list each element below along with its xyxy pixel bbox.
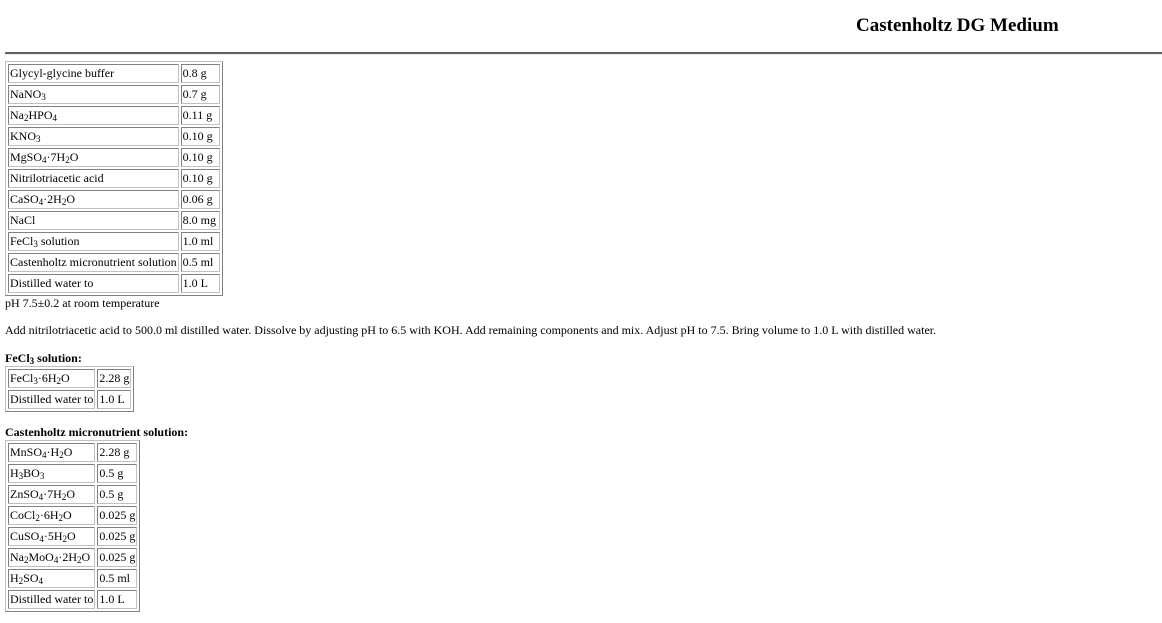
component-name: Na2MoO4·2H2O bbox=[8, 548, 96, 567]
preparation-instructions: Add nitrilotriacetic acid to 500.0 ml di… bbox=[5, 323, 937, 337]
component-name: H3BO3 bbox=[8, 464, 96, 483]
table-row: Castenholtz micronutrient solution 0.5 ml bbox=[8, 253, 220, 272]
micronutrient-solution-heading: Castenholtz micronutrient solution: bbox=[5, 425, 189, 439]
component-amount: 0.5 ml bbox=[180, 253, 220, 272]
table-row: Distilled water to 1.0 L bbox=[8, 274, 220, 293]
component-name: Distilled water to bbox=[8, 390, 96, 409]
component-amount: 0.8 g bbox=[180, 64, 220, 83]
table-row: Glycyl-glycine buffer 0.8 g bbox=[8, 64, 220, 83]
component-name: NaCl bbox=[8, 211, 179, 230]
component-name: NaNO3 bbox=[8, 85, 179, 104]
main-components-table: Glycyl-glycine buffer 0.8 g NaNO3 0.7 g Na2H… bbox=[5, 61, 223, 296]
component-amount: 0.06 g bbox=[180, 190, 220, 209]
main-components-body: Glycyl-glycine buffer 0.8 g NaNO3 0.7 g Na2H… bbox=[8, 64, 220, 293]
component-name: CoCl2·6H2O bbox=[8, 506, 96, 525]
table-row: MgSO4·7H2O 0.10 g bbox=[8, 148, 220, 167]
page-content: Glycyl-glycine buffer 0.8 g NaNO3 0.7 g Na2H… bbox=[5, 61, 1155, 612]
table-row: ZnSO4·7H2O 0.5 g bbox=[8, 485, 138, 504]
component-name: Castenholtz micronutrient solution bbox=[8, 253, 179, 272]
component-amount: 8.0 mg bbox=[180, 211, 220, 230]
table-row: KNO3 0.10 g bbox=[8, 127, 220, 146]
component-amount: 0.5 g bbox=[97, 485, 138, 504]
table-row: H3BO3 0.5 g bbox=[8, 464, 138, 483]
component-name: Glycyl-glycine buffer bbox=[8, 64, 179, 83]
fecl3-solution-table: FeCl3·6H2O 2.28 g Distilled water to 1.0 L bbox=[5, 366, 135, 412]
table-row: Distilled water to 1.0 L bbox=[8, 590, 138, 609]
table-row: Na2HPO4 0.11 g bbox=[8, 106, 220, 125]
component-name: FeCl3·6H2O bbox=[8, 369, 96, 388]
fecl3-solution-body: FeCl3·6H2O 2.28 g Distilled water to 1.0 L bbox=[8, 369, 132, 409]
component-amount: 2.28 g bbox=[97, 369, 132, 388]
table-row: CoCl2·6H2O 0.025 g bbox=[8, 506, 138, 525]
component-name: MnSO4·H2O bbox=[8, 443, 96, 462]
component-amount: 0.5 ml bbox=[97, 569, 138, 588]
component-amount: 0.025 g bbox=[97, 506, 138, 525]
component-amount: 1.0 L bbox=[97, 590, 138, 609]
component-amount: 1.0 ml bbox=[180, 232, 220, 251]
table-row: CuSO4·5H2O 0.025 g bbox=[8, 527, 138, 546]
page-header: Castenholtz DG Medium bbox=[0, 0, 1162, 52]
fecl3-solution-heading: FeCl3 solution: bbox=[5, 351, 82, 366]
component-amount: 0.5 g bbox=[97, 464, 138, 483]
page-title: Castenholtz DG Medium bbox=[856, 15, 1059, 36]
component-amount: 0.10 g bbox=[180, 127, 220, 146]
component-name: Distilled water to bbox=[8, 274, 179, 293]
component-amount: 0.7 g bbox=[180, 85, 220, 104]
micronutrient-solution-table: MnSO4·H2O 2.28 g H3BO3 0.5 g ZnSO4·7H2O 0.5 g… bbox=[5, 440, 141, 612]
component-name: Distilled water to bbox=[8, 590, 96, 609]
component-amount: 1.0 L bbox=[97, 390, 132, 409]
micronutrient-solution-body: MnSO4·H2O 2.28 g H3BO3 0.5 g ZnSO4·7H2O 0.5 g… bbox=[8, 443, 138, 609]
table-row: NaNO3 0.7 g bbox=[8, 85, 220, 104]
table-row: Distilled water to 1.0 L bbox=[8, 390, 132, 409]
component-name: Nitrilotriacetic acid bbox=[8, 169, 179, 188]
component-amount: 0.025 g bbox=[97, 548, 138, 567]
component-name: CaSO4·2H2O bbox=[8, 190, 179, 209]
component-name: CuSO4·5H2O bbox=[8, 527, 96, 546]
component-amount: 0.10 g bbox=[180, 169, 220, 188]
component-name: H2SO4 bbox=[8, 569, 96, 588]
table-row: NaCl 8.0 mg bbox=[8, 211, 220, 230]
component-amount: 0.025 g bbox=[97, 527, 138, 546]
table-row: MnSO4·H2O 2.28 g bbox=[8, 443, 138, 462]
table-row: CaSO4·2H2O 0.06 g bbox=[8, 190, 220, 209]
component-name: KNO3 bbox=[8, 127, 179, 146]
table-row: Nitrilotriacetic acid 0.10 g bbox=[8, 169, 220, 188]
component-name: ZnSO4·7H2O bbox=[8, 485, 96, 504]
component-name: MgSO4·7H2O bbox=[8, 148, 179, 167]
header-divider bbox=[5, 52, 1162, 55]
table-row: Na2MoO4·2H2O 0.025 g bbox=[8, 548, 138, 567]
component-amount: 0.11 g bbox=[180, 106, 220, 125]
component-amount: 1.0 L bbox=[180, 274, 220, 293]
table-row: FeCl3·6H2O 2.28 g bbox=[8, 369, 132, 388]
ph-note: pH 7.5±0.2 at room temperature bbox=[5, 296, 160, 310]
component-name: Na2HPO4 bbox=[8, 106, 179, 125]
component-amount: 0.10 g bbox=[180, 148, 220, 167]
table-row: FeCl3 solution 1.0 ml bbox=[8, 232, 220, 251]
table-row: H2SO4 0.5 ml bbox=[8, 569, 138, 588]
component-name: FeCl3 solution bbox=[8, 232, 179, 251]
component-amount: 2.28 g bbox=[97, 443, 138, 462]
